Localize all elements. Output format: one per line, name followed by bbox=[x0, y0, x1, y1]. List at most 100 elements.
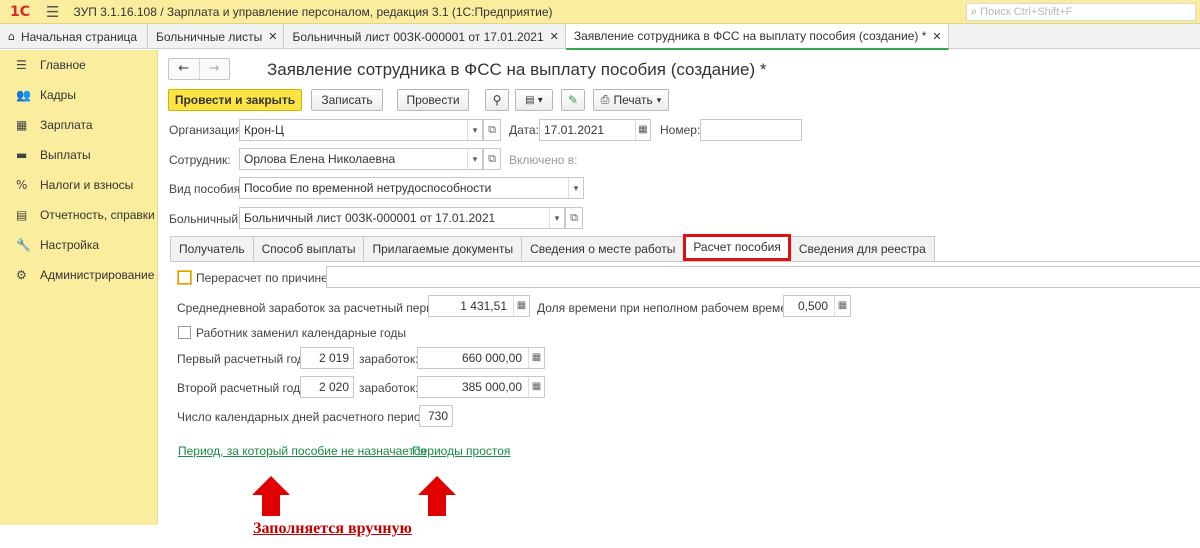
printer-icon: ⎙ bbox=[600, 93, 610, 106]
sidebar-item-taxes[interactable]: % Налоги и взносы bbox=[0, 170, 157, 200]
wallet-icon: ▬ bbox=[16, 148, 28, 162]
time-share-label: Доля времени при неполном рабочем времен… bbox=[537, 301, 804, 315]
earnings2-value: 385 000,00 bbox=[461, 380, 522, 394]
year2-field[interactable]: 2 020 bbox=[300, 376, 354, 398]
sidebar-item-hr[interactable]: 👥 Кадры bbox=[0, 80, 157, 110]
sidebar-item-salary[interactable]: ▦ Зарплата bbox=[0, 110, 157, 140]
sick-list-field[interactable]: Больничный лист 00ЗК-000001 от 17.01.202… bbox=[239, 207, 565, 229]
earnings1-value: 660 000,00 bbox=[461, 351, 522, 365]
menu-icon: ☰ bbox=[16, 58, 27, 72]
calculator-icon: ▦ bbox=[16, 118, 28, 132]
sidebar-item-label: Отчетность, справки bbox=[40, 208, 155, 222]
tab-label: Начальная страница bbox=[20, 29, 138, 44]
document-form: ← → Заявление сотрудника в ФСС на выплат… bbox=[166, 50, 1200, 525]
calculator-icon[interactable]: ▦ bbox=[513, 296, 529, 316]
org-value: Крон-Ц bbox=[244, 123, 284, 137]
sidebar-item-label: Налоги и взносы bbox=[40, 178, 134, 192]
employee-value: Орлова Елена Николаевна bbox=[244, 152, 396, 166]
sidebar-item-main[interactable]: ☰ Главное bbox=[0, 50, 157, 80]
recalc-label: Перерасчет по причине: bbox=[196, 271, 332, 285]
search-placeholder: Поиск Ctrl+Shift+F bbox=[980, 6, 1073, 18]
back-arrow-icon[interactable]: ← bbox=[169, 59, 199, 79]
tab-fss-application[interactable]: Заявление сотрудника в ФСС на выплату по… bbox=[565, 24, 949, 50]
calendar-days-field[interactable]: 730 bbox=[419, 405, 453, 427]
global-search-input[interactable]: ⌕ Поиск Ctrl+Shift+F bbox=[966, 3, 1196, 21]
attach-icon[interactable]: ⚲ bbox=[485, 89, 509, 111]
sidebar-item-label: Кадры bbox=[40, 88, 76, 102]
tab-payment-method[interactable]: Способ выплаты bbox=[252, 236, 365, 261]
home-icon: ⌂ bbox=[8, 30, 15, 43]
time-share-field[interactable]: 0,500 ▦ bbox=[783, 295, 851, 317]
no-benefit-period-link[interactable]: Период, за который пособие не назначаетс… bbox=[178, 444, 426, 458]
forward-arrow-icon[interactable]: → bbox=[198, 59, 230, 79]
tab-label: Больничные листы bbox=[156, 29, 263, 44]
wrench-icon: 🔧 bbox=[16, 238, 31, 252]
form-tabs: Получатель Способ выплаты Прилагаемые до… bbox=[170, 234, 1200, 262]
chevron-down-icon[interactable]: ▾ bbox=[549, 208, 564, 228]
included-label: Включено в: bbox=[509, 153, 578, 167]
calculator-icon[interactable]: ▦ bbox=[528, 348, 544, 368]
save-button[interactable]: Записать bbox=[311, 89, 383, 111]
date-label: Дата: bbox=[509, 123, 539, 137]
sidebar-item-label: Зарплата bbox=[40, 118, 93, 132]
red-arrow-up-icon bbox=[418, 476, 456, 516]
open-icon[interactable]: ⧉ bbox=[483, 119, 501, 141]
tab-sick-list-doc[interactable]: Больничный лист 00ЗК-000001 от 17.01.202… bbox=[284, 24, 566, 49]
title-bar: 1С ☰ ЗУП 3.1.16.108 / Зарплата и управле… bbox=[0, 0, 1200, 24]
employee-field[interactable]: Орлова Елена Николаевна ▾ bbox=[239, 148, 483, 170]
benefit-type-field[interactable]: Пособие по временной нетрудоспособности … bbox=[239, 177, 584, 199]
year1-field[interactable]: 2 019 bbox=[300, 347, 354, 369]
calculator-icon[interactable]: ▦ bbox=[834, 296, 850, 316]
date-value: 17.01.2021 bbox=[544, 123, 605, 137]
print-label: Печать bbox=[613, 93, 653, 107]
chevron-down-icon[interactable]: ▾ bbox=[467, 120, 482, 140]
sidebar-item-label: Администрирование bbox=[40, 268, 155, 282]
number-field[interactable] bbox=[700, 119, 802, 141]
sick-list-value: Больничный лист 00ЗК-000001 от 17.01.202… bbox=[244, 211, 496, 225]
date-field[interactable]: 17.01.2021 ▦ bbox=[539, 119, 651, 141]
sidebar-item-admin[interactable]: ⚙ Администрирование bbox=[0, 260, 157, 290]
tab-registry-info[interactable]: Сведения для реестра bbox=[789, 236, 935, 261]
time-share-value: 0,500 bbox=[797, 299, 828, 313]
tab-sick-lists[interactable]: Больничные листы ✕ bbox=[148, 24, 285, 49]
close-icon[interactable]: ✕ bbox=[268, 30, 277, 43]
chevron-down-icon[interactable]: ▾ bbox=[568, 178, 583, 198]
page-title: Заявление сотрудника в ФСС на выплату по… bbox=[267, 60, 767, 79]
post-and-close-button[interactable]: Провести и закрыть bbox=[168, 89, 302, 111]
tab-benefit-calculation[interactable]: Расчет пособия bbox=[683, 234, 791, 261]
replaced-years-checkbox[interactable] bbox=[178, 326, 191, 339]
earnings1-label: заработок: bbox=[359, 352, 419, 366]
org-field[interactable]: Крон-Ц ▾ bbox=[239, 119, 483, 141]
print-button[interactable]: ⎙ Печать ▾ bbox=[593, 89, 669, 111]
open-icon[interactable]: ⧉ bbox=[483, 148, 501, 170]
edit-icon[interactable]: ✎ bbox=[561, 89, 585, 111]
open-icon[interactable]: ⧉ bbox=[565, 207, 583, 229]
earnings2-field[interactable]: 385 000,00 ▦ bbox=[417, 376, 545, 398]
tab-attached-docs[interactable]: Прилагаемые документы bbox=[363, 236, 523, 261]
downtime-periods-link[interactable]: Периоды простоя bbox=[412, 444, 510, 458]
close-icon[interactable]: ✕ bbox=[550, 30, 559, 43]
avg-earnings-field[interactable]: 1 431,51 ▦ bbox=[428, 295, 530, 317]
sidebar-item-settings[interactable]: 🔧 Настройка bbox=[0, 230, 157, 260]
create-based-on-icon[interactable]: ▤ ▾ bbox=[515, 89, 553, 111]
main-menu-icon[interactable]: ☰ bbox=[46, 3, 59, 21]
chevron-down-icon[interactable]: ▾ bbox=[467, 149, 482, 169]
sidebar-item-payments[interactable]: ▬ Выплаты bbox=[0, 140, 157, 170]
tab-recipient[interactable]: Получатель bbox=[170, 236, 254, 261]
recalc-checkbox[interactable] bbox=[178, 271, 191, 284]
close-icon[interactable]: ✕ bbox=[932, 30, 941, 43]
tab-label: Заявление сотрудника в ФСС на выплату по… bbox=[573, 29, 927, 43]
earnings1-field[interactable]: 660 000,00 ▦ bbox=[417, 347, 545, 369]
tab-label: Больничный лист 00ЗК-000001 от 17.01.202… bbox=[292, 29, 544, 44]
app-window: 1С ☰ ЗУП 3.1.16.108 / Зарплата и управле… bbox=[0, 0, 1200, 548]
benefit-label: Вид пособия: bbox=[169, 182, 244, 196]
recalc-reason-field[interactable] bbox=[326, 266, 1200, 288]
post-button[interactable]: Провести bbox=[397, 89, 469, 111]
calculator-icon[interactable]: ▦ bbox=[528, 377, 544, 397]
tab-workplace-info[interactable]: Сведения о месте работы bbox=[521, 236, 685, 261]
search-icon: ⌕ bbox=[971, 5, 978, 18]
sidebar-item-reports[interactable]: ▤ Отчетность, справки bbox=[0, 200, 157, 230]
earnings2-label: заработок: bbox=[359, 381, 419, 395]
calendar-icon[interactable]: ▦ bbox=[635, 120, 650, 140]
tab-home[interactable]: ⌂ Начальная страница bbox=[0, 24, 148, 49]
